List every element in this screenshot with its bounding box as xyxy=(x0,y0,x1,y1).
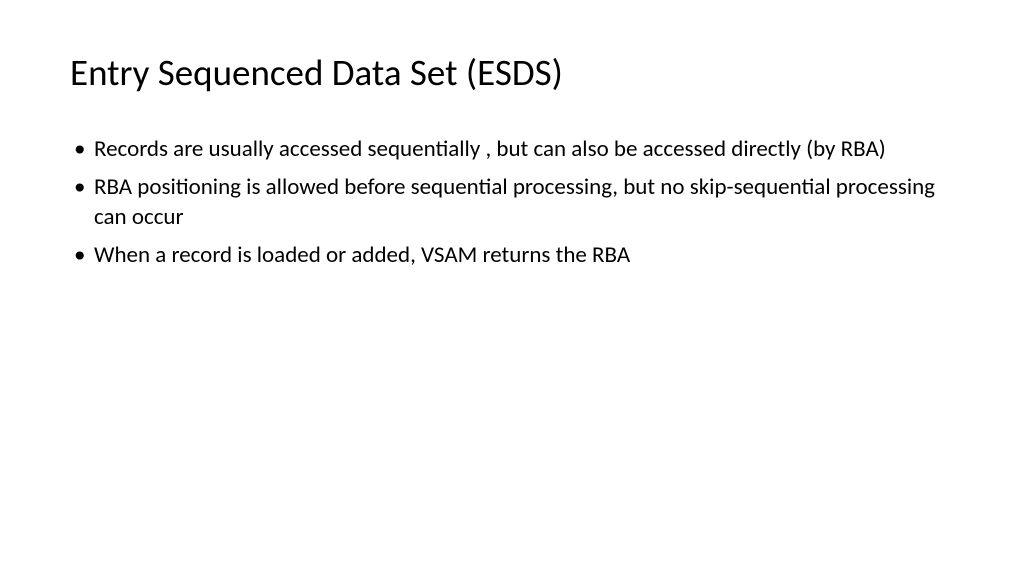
bullet-item: When a record is loaded or added, VSAM r… xyxy=(70,241,954,271)
bullet-item: Records are usually accessed sequentiall… xyxy=(70,135,954,165)
bullet-item: RBA positioning is allowed before sequen… xyxy=(70,173,954,233)
bullet-list: Records are usually accessed sequentiall… xyxy=(70,135,954,271)
slide-title: Entry Sequenced Data Set (ESDS) xyxy=(70,50,954,95)
